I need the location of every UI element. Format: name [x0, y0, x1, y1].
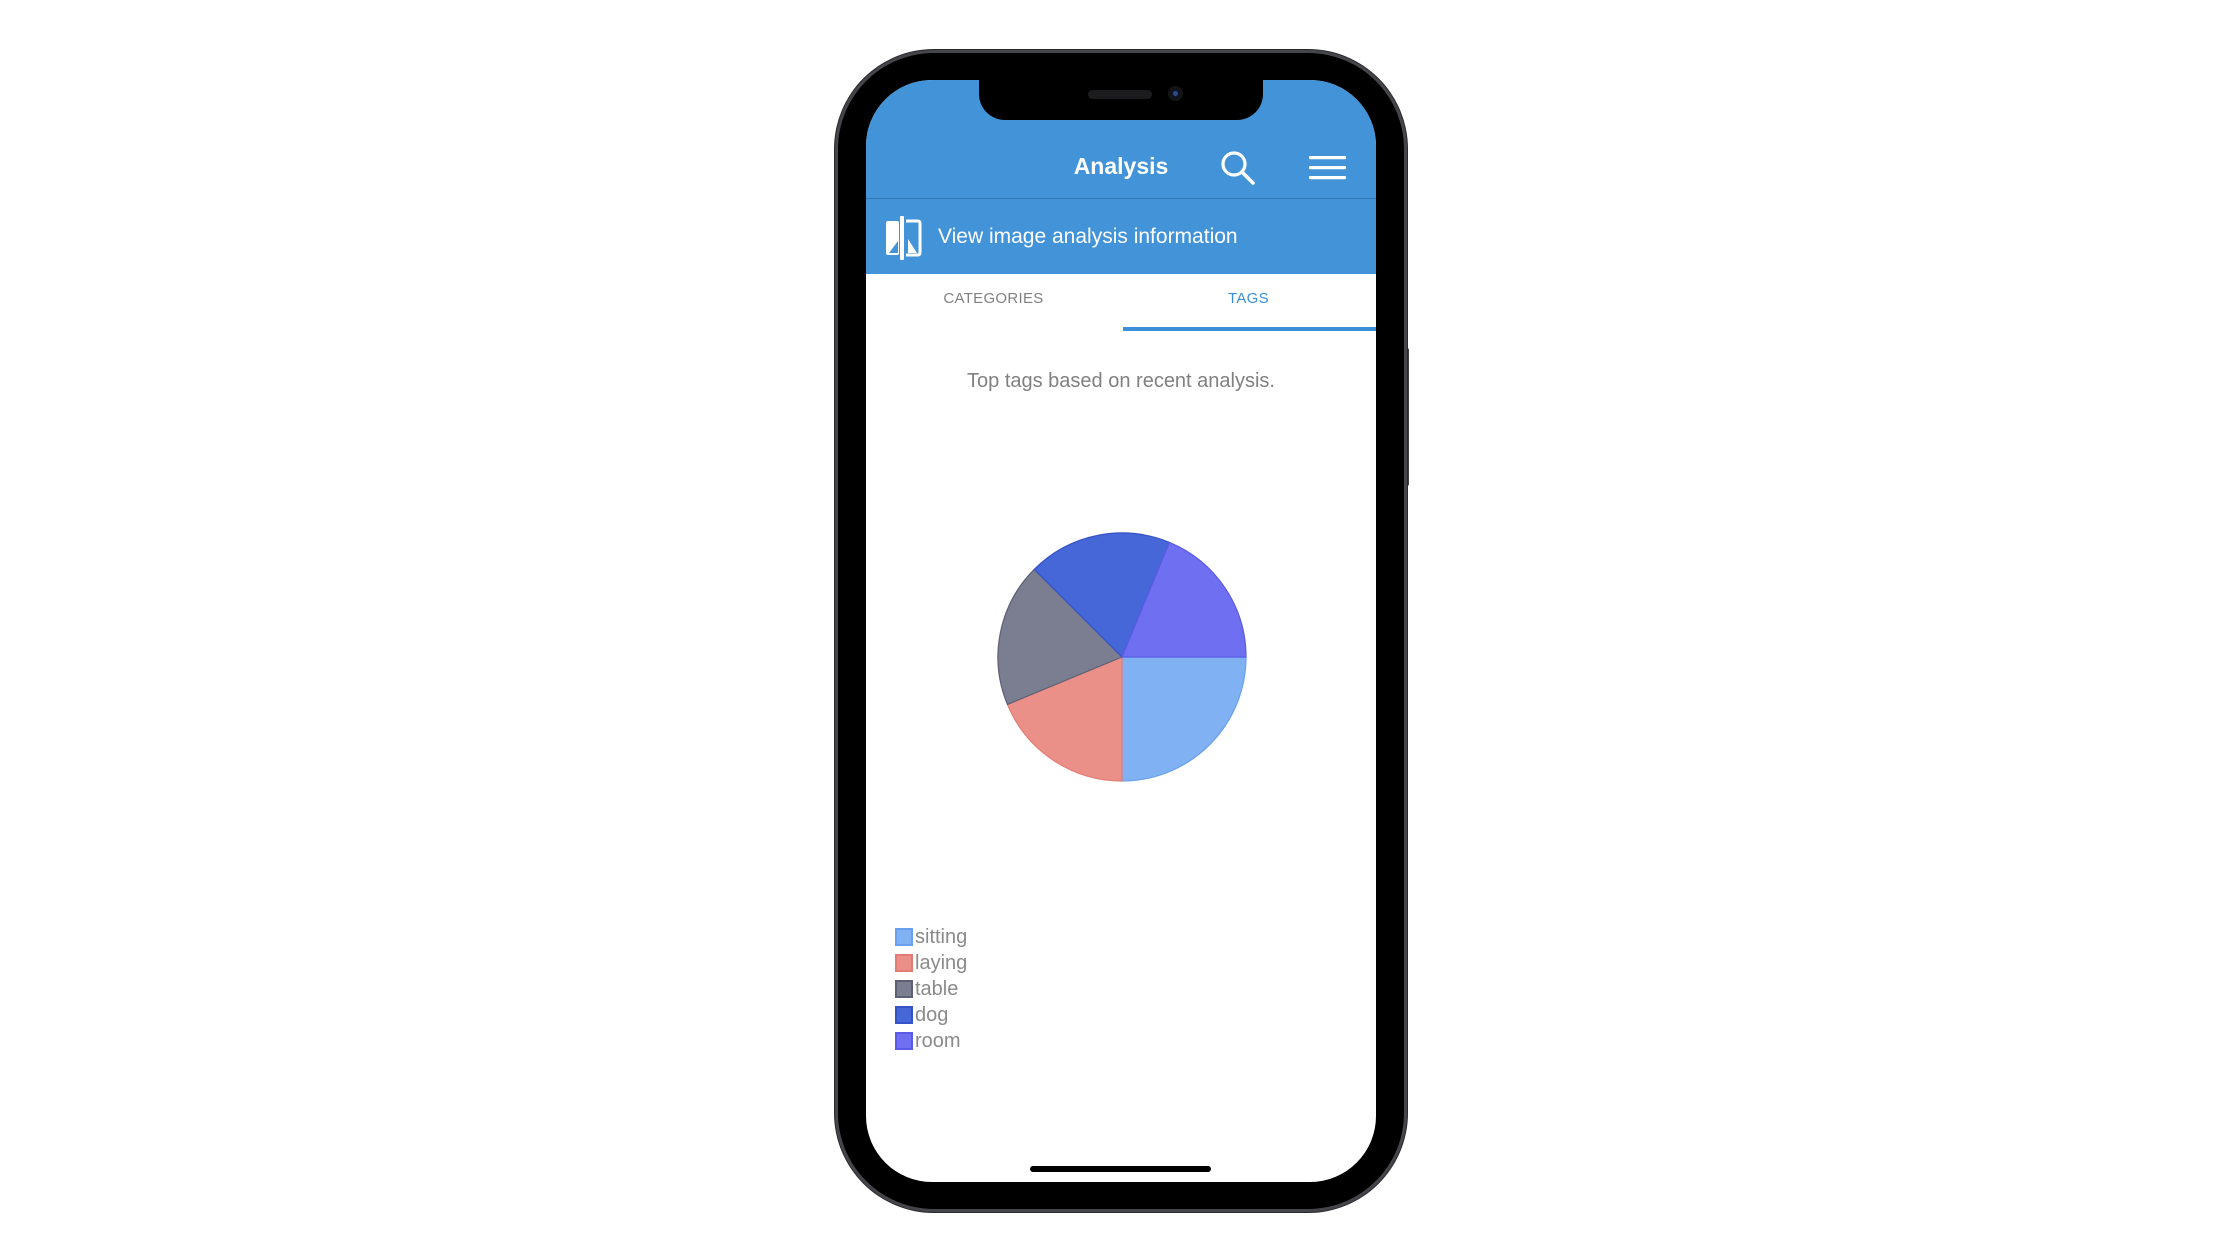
legend-swatch — [895, 928, 913, 946]
legend-label: dog — [915, 1003, 949, 1026]
legend-item-sitting[interactable]: sitting — [895, 924, 967, 950]
legend-swatch — [895, 1006, 913, 1024]
legend-label: room — [915, 1029, 961, 1052]
legend-label: sitting — [915, 925, 968, 948]
legend-item-table[interactable]: table — [895, 976, 967, 1002]
legend-item-dog[interactable]: dog — [895, 1002, 967, 1028]
power-button — [1404, 348, 1409, 486]
pie-slice-sitting[interactable] — [1121, 656, 1247, 782]
legend-label: laying — [915, 951, 968, 974]
legend-swatch — [895, 954, 913, 972]
legend-label: table — [915, 977, 959, 1000]
chart-legend: sitting laying table dog room — [895, 924, 967, 1054]
legend-swatch — [895, 980, 913, 998]
legend-item-laying[interactable]: laying — [895, 950, 967, 976]
legend-item-room[interactable]: room — [895, 1028, 967, 1054]
speaker-grille — [1088, 90, 1152, 99]
home-indicator[interactable] — [1030, 1166, 1211, 1172]
app-screen: Analysis View image analysis information — [866, 80, 1376, 1182]
front-camera — [1168, 86, 1183, 101]
legend-swatch — [895, 1032, 913, 1050]
